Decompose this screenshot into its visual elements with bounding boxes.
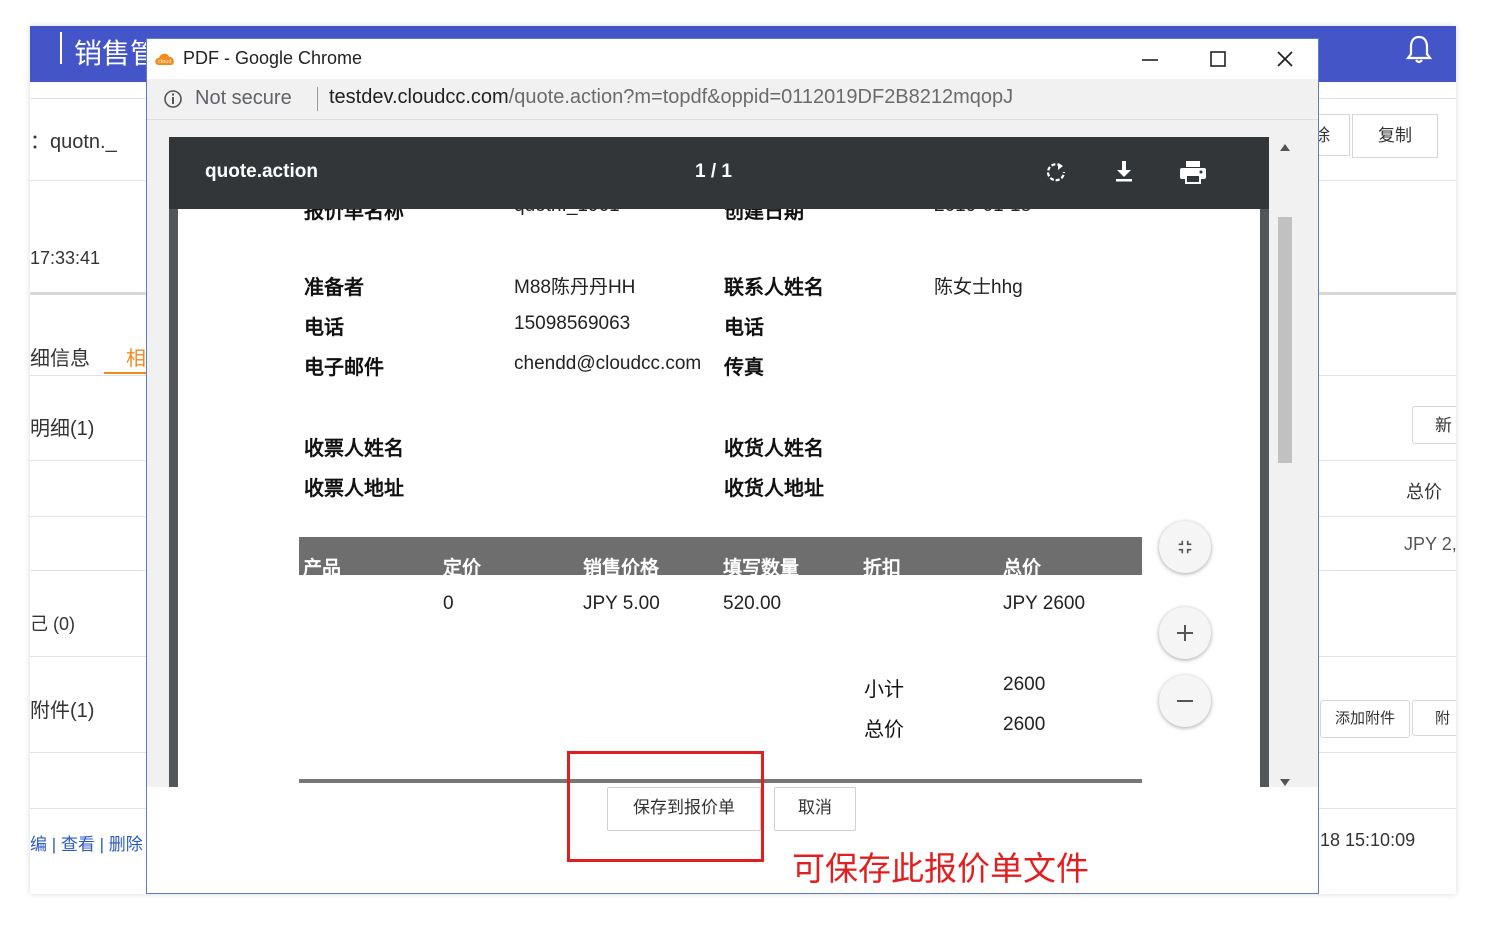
total-value: 2600: [1003, 714, 1046, 735]
cell-sales-price: JPY 5.00: [583, 593, 660, 614]
url-host: testdev.cloudcc.com: [329, 86, 509, 108]
section-attachments: 附件(1): [30, 700, 95, 722]
quote-name-label: 报价单名称: [304, 209, 404, 223]
phone-value: 15098569063: [514, 313, 631, 334]
fit-page-icon: [1178, 540, 1192, 554]
download-icon[interactable]: [1113, 159, 1135, 183]
cloudcc-logo-icon: cloud: [155, 53, 174, 65]
subtotal-value: 2600: [1003, 674, 1046, 695]
print-icon[interactable]: [1179, 160, 1207, 184]
table-row: 0 JPY 5.00 520.00 JPY 2600: [299, 583, 1142, 614]
page-indicator: 1 / 1: [695, 161, 732, 182]
preparer-value: M88陈丹丹HH: [514, 277, 636, 298]
th-product: 产品: [303, 557, 342, 575]
close-icon[interactable]: [1275, 49, 1295, 69]
header-divider: [60, 32, 62, 64]
not-secure-label: Not secure: [195, 87, 292, 109]
new-button[interactable]: 新: [1412, 406, 1456, 444]
window-titlebar: cloud PDF - Google Chrome: [147, 39, 1318, 79]
add-attachment-button[interactable]: 添加附件: [1320, 700, 1410, 738]
ship-to-name-label: 收货人姓名: [724, 436, 824, 460]
svg-text:cloud: cloud: [158, 59, 172, 65]
phone2-label: 电话: [724, 315, 764, 339]
pdf-page: 报价单名称 quotn._1961 创建日期 2019-01-18 准备者 M8…: [178, 209, 1260, 787]
plus-icon: [1177, 625, 1193, 641]
total-label: 总价: [864, 717, 904, 741]
section-detail: 明细(1): [30, 418, 95, 440]
info-icon[interactable]: [163, 89, 183, 109]
bell-icon[interactable]: [1406, 34, 1432, 64]
phone-label: 电话: [304, 315, 344, 339]
cell-list-price: 0: [443, 593, 454, 614]
th-quantity: 填写数量: [723, 557, 800, 575]
total-column-header: 总价: [1406, 482, 1442, 502]
viewer-scrollbar[interactable]: [1275, 137, 1295, 789]
address-bar[interactable]: Not secure testdev.cloudcc.com/quote.act…: [147, 79, 1318, 120]
attach-button[interactable]: 附: [1412, 700, 1456, 736]
created-date-label: 创建日期: [724, 209, 804, 223]
bill-to-name-label: 收票人姓名: [304, 436, 404, 460]
email-label: 电子邮件: [304, 355, 384, 379]
window-title: PDF - Google Chrome: [183, 48, 363, 68]
scroll-down-icon[interactable]: [1280, 779, 1290, 787]
th-list-price: 定价: [443, 557, 482, 575]
email-value: chendd@cloudcc.com: [514, 353, 702, 374]
bill-to-address-label: 收票人地址: [304, 476, 404, 500]
rotate-icon[interactable]: [1045, 161, 1067, 183]
fax-label: 传真: [724, 355, 764, 379]
url-text[interactable]: testdev.cloudcc.com/quote.action?m=topdf…: [329, 86, 1013, 109]
zoom-in-button[interactable]: [1159, 607, 1211, 659]
record-name: ：quotn._: [30, 131, 117, 153]
created-date-value: 2019-01-18: [934, 209, 1031, 217]
pdf-file-title: quote.action: [205, 161, 318, 182]
record-datetime: 18 15:10:09: [1320, 830, 1416, 850]
annotation-note: 可保存此报价单文件: [792, 849, 1089, 888]
record-time: 17:33:41: [30, 248, 101, 268]
cell-quantity: 520.00: [723, 593, 782, 614]
product-table-header: 产品 定价 销售价格 填写数量 折扣 总价: [299, 537, 1142, 575]
cell-total: JPY 2600: [1003, 593, 1086, 614]
tab-related[interactable]: 相: [126, 342, 146, 371]
contact-value: 陈女士hhg: [934, 277, 1023, 298]
ship-to-address-label: 收货人地址: [724, 476, 824, 500]
contact-label: 联系人姓名: [724, 275, 824, 299]
scroll-thumb[interactable]: [1278, 217, 1292, 463]
subtotal-label: 小计: [864, 677, 904, 701]
minus-icon: [1177, 700, 1193, 702]
th-total: 总价: [1003, 557, 1042, 575]
th-discount: 折扣: [863, 557, 902, 575]
scroll-up-icon[interactable]: [1280, 143, 1290, 151]
tab-detail[interactable]: 细信息: [30, 342, 90, 371]
copy-button[interactable]: 复制: [1352, 114, 1438, 158]
preparer-label: 准备者: [304, 275, 364, 299]
maximize-icon[interactable]: [1209, 50, 1227, 68]
quote-name-value: quotn._1961: [514, 209, 620, 217]
pdf-viewer: quote.action 1 / 1 报价单名称 quotn._1961 创建日…: [169, 137, 1269, 787]
total-column-value: JPY 2,: [1404, 534, 1456, 554]
section-notes: 己 (0): [30, 614, 75, 634]
highlight-box: [567, 751, 764, 862]
url-path: /quote.action?m=topdf&oppid=0112019DF2B8…: [508, 86, 1014, 108]
row-actions[interactable]: 编 | 查看 | 删除: [30, 830, 143, 855]
zoom-out-button[interactable]: [1159, 675, 1211, 727]
cancel-button[interactable]: 取消: [774, 787, 856, 831]
fit-page-button[interactable]: [1159, 521, 1211, 573]
pdf-toolbar: quote.action 1 / 1: [169, 137, 1269, 209]
th-sales-price: 销售价格: [583, 557, 660, 575]
minimize-icon[interactable]: [1141, 51, 1159, 69]
